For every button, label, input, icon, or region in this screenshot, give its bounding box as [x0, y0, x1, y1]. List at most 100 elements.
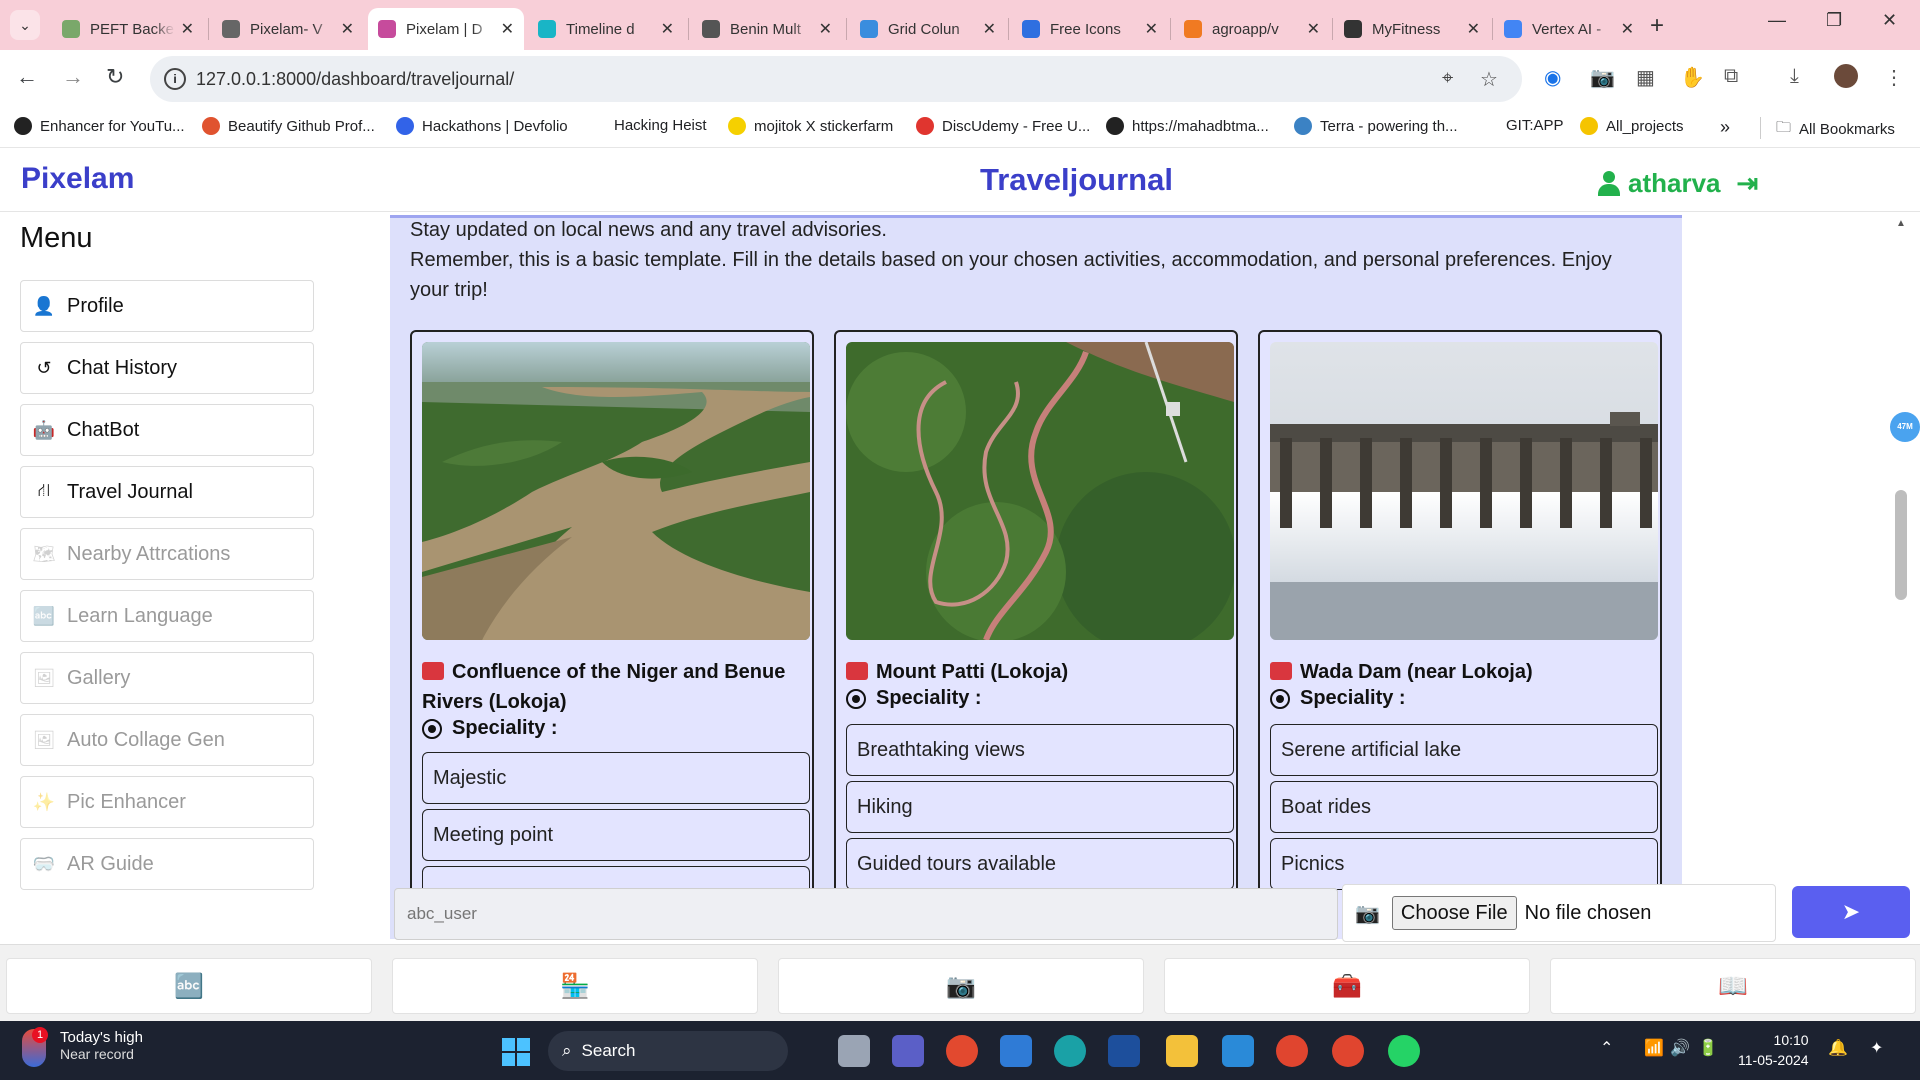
- all-bookmarks-button[interactable]: 🗀 All Bookmarks: [1776, 117, 1895, 142]
- brand-logo[interactable]: Pixelam: [21, 162, 134, 196]
- vscode-icon[interactable]: [1222, 1035, 1254, 1067]
- close-icon[interactable]: ✕: [983, 19, 996, 39]
- bookmark-item[interactable]: Hackathons | Devfolio: [396, 117, 568, 135]
- close-window-icon[interactable]: ✕: [1882, 10, 1897, 31]
- bookmark-item[interactable]: Terra - powering th...: [1294, 117, 1458, 135]
- battery-icon[interactable]: 🔋: [1698, 1038, 1718, 1058]
- bookmark-item[interactable]: DiscUdemy - Free U...: [916, 117, 1090, 135]
- browser-tab[interactable]: PEFT Backe ✕: [52, 8, 204, 50]
- bookmark-item[interactable]: GIT:APP: [1506, 117, 1564, 134]
- volume-icon[interactable]: 🔊: [1670, 1038, 1690, 1058]
- task-view-icon[interactable]: [838, 1035, 870, 1067]
- message-input[interactable]: [394, 888, 1338, 940]
- sidebar-item-gallery[interactable]: 🖼 Gallery: [20, 652, 314, 704]
- office-icon[interactable]: [946, 1035, 978, 1067]
- shield-app-icon[interactable]: [1108, 1035, 1140, 1067]
- bookmark-item[interactable]: Hacking Heist: [614, 117, 707, 134]
- scroll-up-icon[interactable]: ▲: [1896, 218, 1906, 229]
- restore-icon[interactable]: ❐: [1826, 10, 1842, 31]
- browser-tab[interactable]: Grid Colun ✕: [850, 8, 1006, 50]
- bottom-nav-store[interactable]: 🏪: [392, 958, 758, 1014]
- send-button[interactable]: ➤: [1792, 886, 1910, 938]
- user-menu[interactable]: atharva ⇥: [1598, 168, 1758, 199]
- taskbar-search[interactable]: ⌕ Search: [548, 1031, 788, 1071]
- browser-tab[interactable]: Benin Mult ✕: [692, 8, 842, 50]
- site-info-icon[interactable]: i: [164, 68, 186, 90]
- whatsapp-icon[interactable]: [1388, 1035, 1420, 1067]
- browser-tab-active[interactable]: Pixelam | D ✕: [368, 8, 524, 50]
- browser-tab[interactable]: Pixelam- V ✕: [212, 8, 364, 50]
- tab-favicon-icon: [1184, 20, 1202, 38]
- sidebar-item-nearby-attrcations[interactable]: 🗺 Nearby Attrcations: [20, 528, 314, 580]
- sidebar-item-profile[interactable]: 👤 Profile: [20, 280, 314, 332]
- bottom-nav-language[interactable]: 🔤: [6, 958, 372, 1014]
- close-icon[interactable]: ✕: [819, 19, 832, 39]
- bookmark-item[interactable]: Enhancer for YouTu...: [14, 117, 185, 135]
- browser-tab[interactable]: MyFitness ✕: [1334, 8, 1490, 50]
- logout-icon[interactable]: ⇥: [1737, 168, 1759, 199]
- teams-icon[interactable]: [892, 1035, 924, 1067]
- calendar-icon[interactable]: ▦: [1636, 65, 1655, 90]
- sidebar-item-auto-collage-gen[interactable]: 🖼 Auto Collage Gen: [20, 714, 314, 766]
- windows-start-icon[interactable]: [502, 1038, 530, 1066]
- close-icon[interactable]: ✕: [341, 19, 354, 39]
- bookmark-item[interactable]: All_projects: [1580, 117, 1684, 135]
- close-icon[interactable]: ✕: [661, 19, 674, 39]
- download-icon[interactable]: ⤓: [1790, 65, 1799, 88]
- new-tab-icon[interactable]: +: [1650, 12, 1664, 40]
- chrome-profile-icon[interactable]: [1332, 1035, 1364, 1067]
- mail-icon[interactable]: [1000, 1035, 1032, 1067]
- weather-widget[interactable]: 1 Today's high Near record: [22, 1027, 143, 1067]
- bottom-nav-camera[interactable]: 📷: [778, 958, 1144, 1014]
- extension-icon[interactable]: ✋: [1680, 65, 1705, 90]
- browser-tab[interactable]: Timeline d ✕: [528, 8, 684, 50]
- screenshot-icon[interactable]: 📷: [1590, 65, 1615, 90]
- notification-bell-icon[interactable]: 🔔: [1828, 1038, 1848, 1058]
- extension-icon[interactable]: ◉: [1544, 65, 1561, 90]
- sidebar-item-chatbot[interactable]: 🤖 ChatBot: [20, 404, 314, 456]
- scrollbar-thumb[interactable]: [1895, 490, 1907, 600]
- back-icon[interactable]: ←: [16, 64, 38, 90]
- system-clock[interactable]: 10:10 11-05-2024: [1738, 1030, 1809, 1070]
- close-icon[interactable]: ✕: [1307, 19, 1320, 39]
- chrome-icon[interactable]: [1276, 1035, 1308, 1067]
- bottom-nav-medkit[interactable]: 🧰: [1164, 958, 1530, 1014]
- browser-tab[interactable]: Vertex AI - ✕: [1494, 8, 1644, 50]
- address-bar[interactable]: i 127.0.0.1:8000/dashboard/traveljournal…: [150, 56, 1522, 102]
- close-icon[interactable]: ✕: [501, 19, 514, 39]
- more-bookmarks-icon[interactable]: »: [1720, 117, 1730, 138]
- forward-icon[interactable]: →: [62, 64, 84, 90]
- kebab-menu-icon[interactable]: ⋮: [1884, 65, 1904, 90]
- close-icon[interactable]: ✕: [181, 19, 194, 39]
- copilot-icon[interactable]: ✦: [1870, 1038, 1883, 1058]
- profile-avatar[interactable]: [1834, 64, 1858, 88]
- sidebar-item-pic-enhancer[interactable]: ✨ Pic Enhancer: [20, 776, 314, 828]
- bookmark-item[interactable]: Beautify Github Prof...: [202, 117, 375, 135]
- chevron-up-icon[interactable]: ⌃: [1600, 1038, 1613, 1058]
- bookmark-star-icon[interactable]: ☆: [1480, 67, 1498, 92]
- sidebar-item-label: Profile: [67, 294, 124, 317]
- close-icon[interactable]: ✕: [1145, 19, 1158, 39]
- bookmark-item[interactable]: https://mahadbtma...: [1106, 117, 1269, 135]
- wifi-icon[interactable]: 📶: [1644, 1038, 1664, 1058]
- floating-badge[interactable]: 47M: [1890, 412, 1920, 442]
- browser-tab[interactable]: agroapp/v ✕: [1174, 8, 1330, 50]
- browser-tab[interactable]: Free Icons ✕: [1012, 8, 1168, 50]
- extensions-puzzle-icon[interactable]: ⧉: [1724, 65, 1738, 88]
- bookmark-item[interactable]: mojitok X stickerfarm: [728, 117, 893, 135]
- url-text[interactable]: 127.0.0.1:8000/dashboard/traveljournal/: [196, 69, 514, 90]
- edge-icon[interactable]: [1054, 1035, 1086, 1067]
- reload-icon[interactable]: ↻: [106, 64, 124, 90]
- sidebar-item-travel-journal[interactable]: ⛙ Travel Journal: [20, 466, 314, 518]
- close-icon[interactable]: ✕: [1467, 19, 1480, 39]
- sidebar-item-learn-language[interactable]: 🔤 Learn Language: [20, 590, 314, 642]
- sidebar-item-ar-guide[interactable]: 🥽 AR Guide: [20, 838, 314, 890]
- minimize-icon[interactable]: —: [1768, 10, 1786, 31]
- choose-file-button[interactable]: Choose File: [1391, 896, 1517, 930]
- tab-search-icon[interactable]: ⌄: [10, 10, 40, 40]
- location-icon[interactable]: ⌖: [1442, 67, 1453, 90]
- sidebar-item-chat-history[interactable]: ↺ Chat History: [20, 342, 314, 394]
- close-icon[interactable]: ✕: [1621, 19, 1634, 39]
- file-explorer-icon[interactable]: [1166, 1035, 1198, 1067]
- bottom-nav-book[interactable]: 📖: [1550, 958, 1916, 1014]
